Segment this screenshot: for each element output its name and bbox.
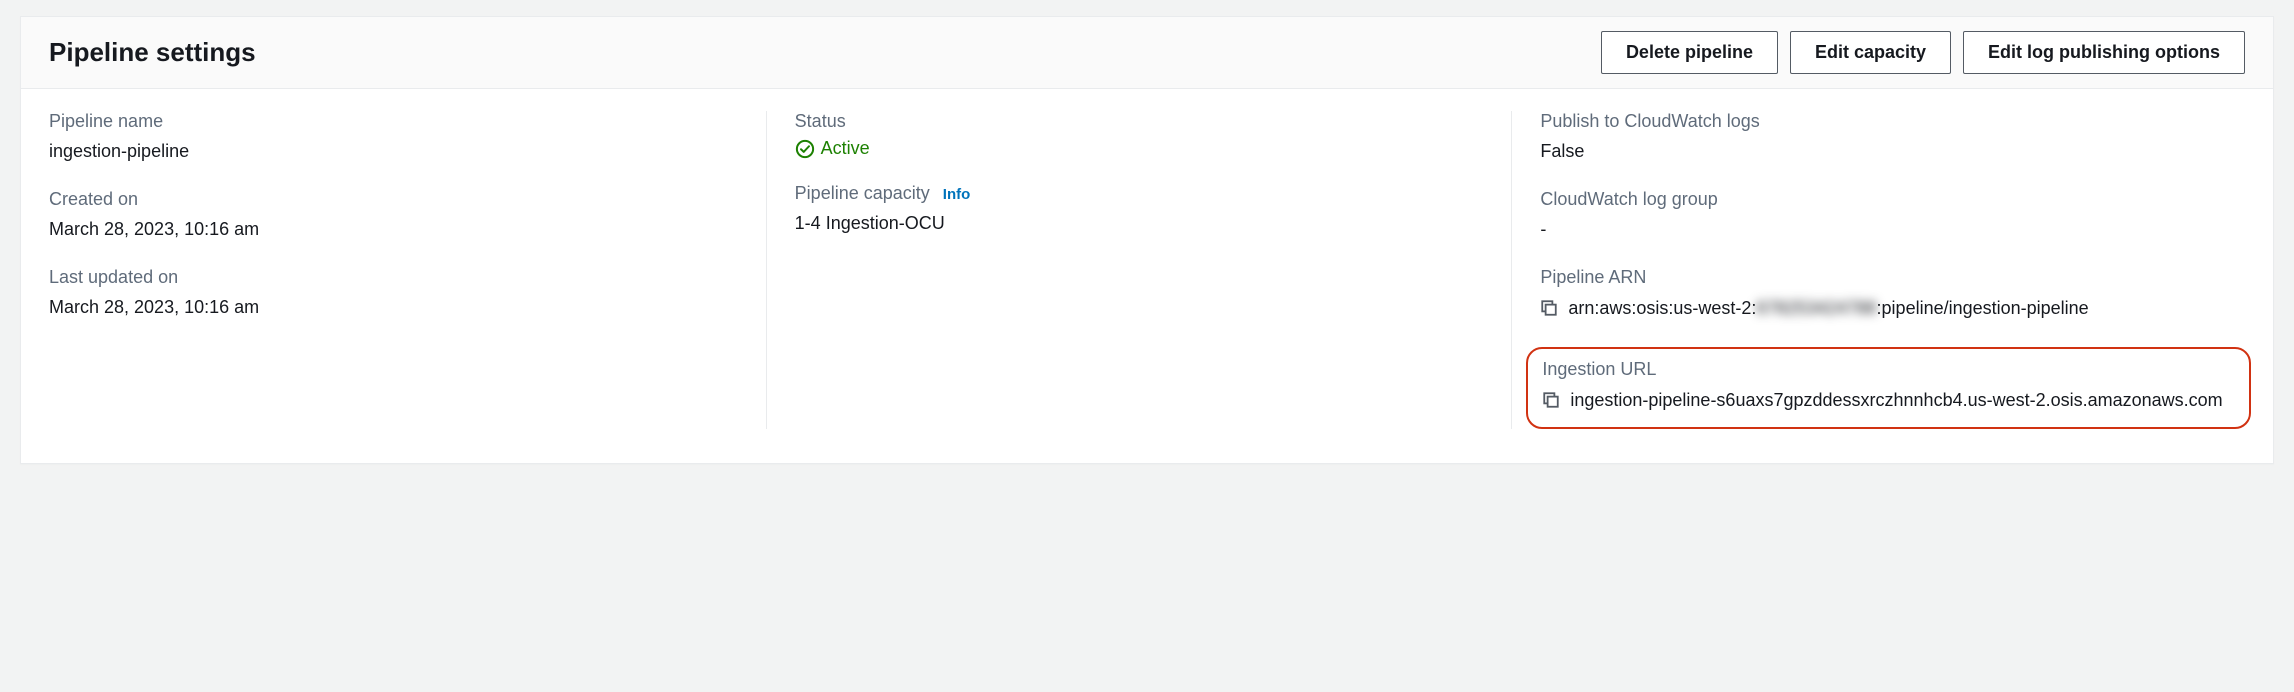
- arn-prefix: arn:aws:osis:us-west-2:: [1568, 298, 1756, 318]
- status-label: Status: [795, 111, 1500, 132]
- column-right: Publish to CloudWatch logs False CloudWa…: [1511, 111, 2245, 429]
- pipeline-arn-label: Pipeline ARN: [1540, 267, 2245, 288]
- pipeline-capacity-value: 1-4 Ingestion-OCU: [795, 210, 1500, 237]
- cloudwatch-publish-value: False: [1540, 138, 2245, 165]
- column-middle: Status Active Pipeline capacity Info: [766, 111, 1500, 429]
- field-cloudwatch-group: CloudWatch log group -: [1540, 189, 2245, 243]
- pipeline-arn-value: arn:aws:osis:us-west-2:678253424788:pipe…: [1540, 298, 2088, 318]
- delete-pipeline-button[interactable]: Delete pipeline: [1601, 31, 1778, 74]
- copy-icon[interactable]: [1542, 391, 1560, 409]
- ingestion-url-label: Ingestion URL: [1542, 359, 2235, 380]
- pipeline-name-label: Pipeline name: [49, 111, 754, 132]
- created-on-value: March 28, 2023, 10:16 am: [49, 216, 754, 243]
- field-pipeline-capacity: Pipeline capacity Info 1-4 Ingestion-OCU: [795, 183, 1500, 237]
- column-left: Pipeline name ingestion-pipeline Created…: [49, 111, 754, 429]
- check-circle-icon: [795, 139, 815, 159]
- arn-redacted: 678253424788: [1756, 298, 1876, 318]
- created-on-label: Created on: [49, 189, 754, 210]
- edit-log-publishing-button[interactable]: Edit log publishing options: [1963, 31, 2245, 74]
- panel-body: Pipeline name ingestion-pipeline Created…: [21, 89, 2273, 463]
- edit-capacity-button[interactable]: Edit capacity: [1790, 31, 1951, 74]
- field-last-updated: Last updated on March 28, 2023, 10:16 am: [49, 267, 754, 321]
- field-pipeline-name: Pipeline name ingestion-pipeline: [49, 111, 754, 165]
- field-pipeline-arn: Pipeline ARN arn:aws:osis:us-west-2:6782…: [1540, 267, 2245, 323]
- pipeline-settings-panel: Pipeline settings Delete pipeline Edit c…: [20, 16, 2274, 464]
- ingestion-url-highlight: Ingestion URL ingestion-pipeline-s6uaxs7…: [1526, 347, 2251, 429]
- cloudwatch-group-label: CloudWatch log group: [1540, 189, 2245, 210]
- panel-header: Pipeline settings Delete pipeline Edit c…: [21, 17, 2273, 89]
- cloudwatch-publish-label: Publish to CloudWatch logs: [1540, 111, 2245, 132]
- field-cloudwatch-publish: Publish to CloudWatch logs False: [1540, 111, 2245, 165]
- cloudwatch-group-value: -: [1540, 216, 2245, 243]
- ingestion-url-text: ingestion-pipeline-s6uaxs7gpzddessxrczhn…: [1570, 390, 2222, 410]
- pipeline-capacity-label: Pipeline capacity Info: [795, 183, 1500, 204]
- field-status: Status Active: [795, 111, 1500, 159]
- panel-title: Pipeline settings: [49, 37, 256, 68]
- status-text: Active: [821, 138, 870, 159]
- ingestion-url-value: ingestion-pipeline-s6uaxs7gpzddessxrczhn…: [1542, 390, 2222, 410]
- field-ingestion-url: Ingestion URL ingestion-pipeline-s6uaxs7…: [1542, 359, 2235, 415]
- last-updated-label: Last updated on: [49, 267, 754, 288]
- pipeline-capacity-label-text: Pipeline capacity: [795, 183, 930, 203]
- arn-suffix: :pipeline/ingestion-pipeline: [1877, 298, 2089, 318]
- copy-icon[interactable]: [1540, 299, 1558, 317]
- pipeline-name-value: ingestion-pipeline: [49, 138, 754, 165]
- field-created-on: Created on March 28, 2023, 10:16 am: [49, 189, 754, 243]
- status-value: Active: [795, 138, 1500, 159]
- last-updated-value: March 28, 2023, 10:16 am: [49, 294, 754, 321]
- header-buttons: Delete pipeline Edit capacity Edit log p…: [1601, 31, 2245, 74]
- info-link[interactable]: Info: [943, 186, 971, 203]
